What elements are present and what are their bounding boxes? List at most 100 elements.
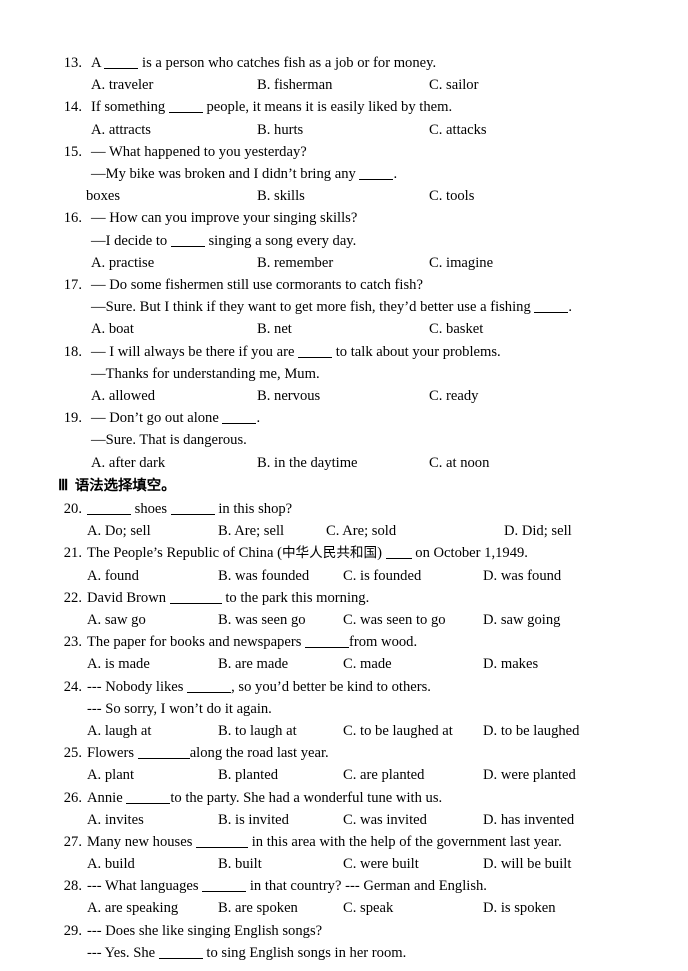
option-b[interactable]: B. nervous xyxy=(257,385,320,407)
option-d[interactable]: D. is spoken xyxy=(483,897,556,919)
question-22: 22. David Brown to the park this morning… xyxy=(58,587,670,609)
option-c[interactable]: C. imagine xyxy=(429,252,493,274)
question-15-continuation: —My bike was broken and I didn’t bring a… xyxy=(58,163,670,185)
option-a[interactable]: A. saw go xyxy=(87,609,146,631)
option-a[interactable]: A. Do; sell xyxy=(87,520,151,542)
question-stem: The paper for books and newspapers from … xyxy=(87,631,670,653)
option-c[interactable]: C. were built xyxy=(343,853,419,875)
answer-blank[interactable] xyxy=(305,635,350,649)
option-c[interactable]: C. at noon xyxy=(429,452,489,474)
question-stem: The People’s Republic of China (中华人民共和国)… xyxy=(87,542,670,564)
option-b[interactable]: B. are made xyxy=(218,653,288,675)
option-b[interactable]: B. skills xyxy=(257,185,305,207)
option-c[interactable]: C. Are; sold xyxy=(326,520,396,542)
option-c[interactable]: C. made xyxy=(343,653,392,675)
option-c[interactable]: C. was seen to go xyxy=(343,609,446,631)
option-c[interactable]: C. speak xyxy=(343,897,393,919)
answer-blank[interactable] xyxy=(126,791,171,804)
question-stem: — Don’t go out alone . xyxy=(91,407,670,429)
question-number: 23. xyxy=(63,634,82,651)
option-b[interactable]: B. planted xyxy=(218,764,278,786)
option-b[interactable]: B. remember xyxy=(257,252,333,274)
option-c[interactable]: C. to be laughed at xyxy=(343,720,453,742)
option-c[interactable]: C. sailor xyxy=(429,74,478,96)
option-b[interactable]: B. hurts xyxy=(257,119,303,141)
option-a[interactable]: A. are speaking xyxy=(87,897,178,919)
answer-blank[interactable] xyxy=(137,746,190,760)
option-b[interactable]: B. to laugh at xyxy=(218,720,297,742)
question-15: 15. — What happened to you yesterday? xyxy=(58,141,670,163)
answer-blank[interactable] xyxy=(104,56,139,69)
answer-blank[interactable] xyxy=(202,879,247,893)
answer-blank[interactable] xyxy=(168,100,203,114)
option-d[interactable]: D. saw going xyxy=(483,609,560,631)
option-a[interactable]: A. laugh at xyxy=(87,720,151,742)
answer-blank[interactable] xyxy=(187,680,232,693)
option-c[interactable]: C. attacks xyxy=(429,119,487,141)
stem-text-post: . xyxy=(256,410,261,427)
option-a[interactable]: boxes xyxy=(86,185,120,207)
question-number: 18. xyxy=(63,343,82,360)
answer-blank[interactable] xyxy=(359,167,394,180)
option-b[interactable]: B. was seen go xyxy=(218,609,306,631)
option-d[interactable]: D. was found xyxy=(483,565,561,587)
question-stem: Flowers along the road last year. xyxy=(87,742,670,764)
question-23: 23. The paper for books and newspapers f… xyxy=(58,631,670,653)
option-a[interactable]: A. allowed xyxy=(91,385,155,407)
option-a[interactable]: A. is made xyxy=(87,653,150,675)
dialogue-reply: —Sure. That is dangerous. xyxy=(91,432,247,449)
stem-text-post: to talk about your problems. xyxy=(332,343,501,360)
answer-blank[interactable] xyxy=(196,835,249,848)
answer-blank[interactable] xyxy=(158,946,203,959)
option-d[interactable]: D. to be laughed xyxy=(483,720,579,742)
option-c[interactable]: C. are planted xyxy=(343,764,424,786)
option-a[interactable]: A. build xyxy=(87,853,135,875)
question-14-options: A. attracts B. hurts C. attacks xyxy=(91,119,670,141)
option-d[interactable]: D. will be built xyxy=(483,853,571,875)
option-d[interactable]: D. were planted xyxy=(483,764,576,786)
option-a[interactable]: A. attracts xyxy=(91,119,151,141)
answer-blank-2[interactable] xyxy=(170,502,215,515)
answer-blank[interactable] xyxy=(87,502,131,515)
answer-blank[interactable] xyxy=(298,345,333,358)
stem-text-post: along the road last year. xyxy=(189,745,329,762)
answer-blank[interactable] xyxy=(222,411,257,425)
option-a[interactable]: A. boat xyxy=(91,318,134,340)
question-25-options: A. plant B. planted C. are planted D. we… xyxy=(87,764,670,786)
option-b[interactable]: B. are spoken xyxy=(218,897,298,919)
option-a[interactable]: A. practise xyxy=(91,252,154,274)
option-a[interactable]: A. invites xyxy=(87,809,144,831)
option-a[interactable]: A. after dark xyxy=(91,452,165,474)
answer-blank[interactable] xyxy=(534,300,569,314)
answer-blank[interactable] xyxy=(170,234,205,247)
option-c[interactable]: C. tools xyxy=(429,185,474,207)
question-stem: A is a person who catches fish as a job … xyxy=(91,52,670,74)
option-d[interactable]: D. has invented xyxy=(483,809,574,831)
option-a[interactable]: A. plant xyxy=(87,764,134,786)
option-b[interactable]: B. Are; sell xyxy=(218,520,284,542)
option-d[interactable]: D. makes xyxy=(483,653,538,675)
question-stem: — Do some fishermen still use cormorants… xyxy=(91,276,423,293)
option-b[interactable]: B. net xyxy=(257,318,292,340)
question-stem: Annie to the party. She had a wonderful … xyxy=(87,787,670,809)
question-number: 20. xyxy=(63,500,82,517)
question-number: 28. xyxy=(63,878,82,895)
option-d[interactable]: D. Did; sell xyxy=(504,520,572,542)
option-b[interactable]: B. built xyxy=(218,853,262,875)
option-b[interactable]: B. was founded xyxy=(218,565,309,587)
option-b[interactable]: B. is invited xyxy=(218,809,289,831)
answer-blank[interactable] xyxy=(169,591,222,604)
option-c[interactable]: C. is founded xyxy=(343,565,421,587)
option-b[interactable]: B. in the daytime xyxy=(257,452,358,474)
answer-blank[interactable] xyxy=(385,546,412,560)
stem-text-post: is a person who catches fish as a job or… xyxy=(138,55,437,71)
option-b[interactable]: B. fisherman xyxy=(257,74,332,96)
question-stem: If something people, it means it is easi… xyxy=(91,96,670,118)
stem-text-pre: A xyxy=(91,55,105,71)
option-c[interactable]: C. basket xyxy=(429,318,483,340)
option-c[interactable]: C. was invited xyxy=(343,809,427,831)
option-c[interactable]: C. ready xyxy=(429,385,478,407)
question-number: 27. xyxy=(63,833,82,850)
option-a[interactable]: A. traveler xyxy=(91,74,153,96)
option-a[interactable]: A. found xyxy=(87,565,139,587)
